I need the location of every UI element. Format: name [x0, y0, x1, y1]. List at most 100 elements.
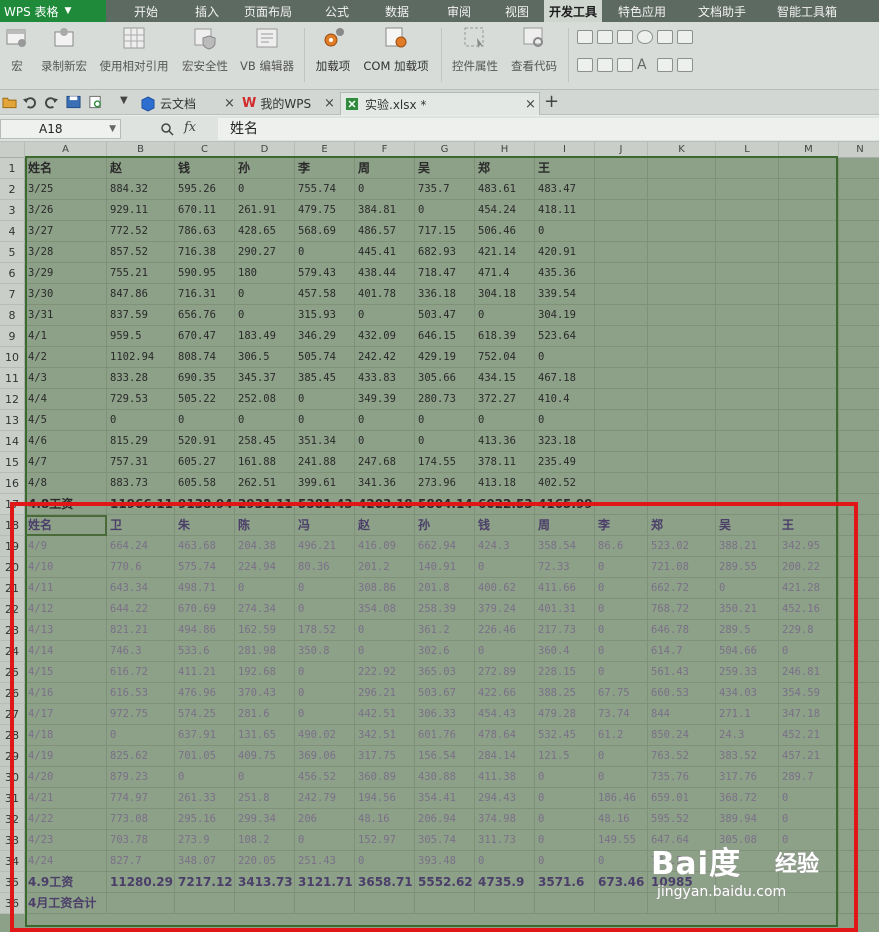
cell[interactable]: [595, 158, 648, 179]
row-header[interactable]: 21: [0, 578, 25, 599]
cell[interactable]: 883.73: [107, 473, 175, 494]
cell[interactable]: 616.53: [107, 683, 175, 704]
cell[interactable]: [716, 305, 779, 326]
cell[interactable]: 772.52: [107, 221, 175, 242]
cell[interactable]: 296.21: [355, 683, 415, 704]
cell[interactable]: 5552.62: [415, 872, 475, 893]
cell[interactable]: [648, 200, 716, 221]
cell[interactable]: 428.65: [235, 221, 295, 242]
cell[interactable]: 0: [295, 242, 355, 263]
cell[interactable]: 452.16: [779, 599, 839, 620]
cell[interactable]: 348.07: [175, 851, 235, 872]
cell[interactable]: [235, 893, 295, 914]
cell[interactable]: 273.96: [415, 473, 475, 494]
cell[interactable]: [839, 872, 879, 893]
cell[interactable]: 226.46: [475, 620, 535, 641]
list-control-icon[interactable]: [657, 30, 673, 44]
tab-formulas[interactable]: 公式: [308, 0, 366, 22]
cell[interactable]: [595, 368, 648, 389]
cell[interactable]: 280.73: [415, 389, 475, 410]
cell[interactable]: 0: [779, 788, 839, 809]
cell[interactable]: [716, 494, 779, 515]
cell[interactable]: 305.08: [716, 830, 779, 851]
cell[interactable]: 0: [355, 410, 415, 431]
cell[interactable]: 299.34: [235, 809, 295, 830]
cell[interactable]: 5804.14: [415, 494, 475, 515]
macro-button[interactable]: 宏: [4, 26, 30, 74]
cell[interactable]: 379.24: [475, 599, 535, 620]
cell[interactable]: 420.91: [535, 242, 595, 263]
row-header[interactable]: 28: [0, 725, 25, 746]
cell[interactable]: 80.36: [295, 557, 355, 578]
cell[interactable]: [779, 326, 839, 347]
cell[interactable]: 808.74: [175, 347, 235, 368]
cell[interactable]: 4/10: [25, 557, 107, 578]
cell[interactable]: 121.5: [535, 746, 595, 767]
cell[interactable]: [475, 893, 535, 914]
row-header[interactable]: 13: [0, 410, 25, 431]
cell[interactable]: 844: [648, 704, 716, 725]
cell[interactable]: [839, 662, 879, 683]
cell[interactable]: 400.62: [475, 578, 535, 599]
cell[interactable]: 郑: [475, 158, 535, 179]
row-header[interactable]: 9: [0, 326, 25, 347]
cell[interactable]: 61.2: [595, 725, 648, 746]
cell[interactable]: 3/31: [25, 305, 107, 326]
row-header[interactable]: 32: [0, 809, 25, 830]
cell[interactable]: 0: [535, 809, 595, 830]
cell[interactable]: [716, 389, 779, 410]
cell[interactable]: 821.21: [107, 620, 175, 641]
print-preview-icon[interactable]: [88, 95, 103, 109]
cell[interactable]: 183.49: [235, 326, 295, 347]
cell[interactable]: 156.54: [415, 746, 475, 767]
row-header[interactable]: 23: [0, 620, 25, 641]
close-icon[interactable]: ×: [525, 97, 536, 112]
cell[interactable]: [779, 893, 839, 914]
cell[interactable]: 755.21: [107, 263, 175, 284]
cell[interactable]: 149.55: [595, 830, 648, 851]
cell[interactable]: [779, 242, 839, 263]
cell[interactable]: 452.21: [779, 725, 839, 746]
tab-data[interactable]: 数据: [366, 0, 428, 22]
cell[interactable]: 454.24: [475, 200, 535, 221]
cell[interactable]: [839, 725, 879, 746]
name-box[interactable]: A18 ▼: [0, 119, 121, 139]
cell[interactable]: 434.15: [475, 368, 535, 389]
cell[interactable]: [839, 431, 879, 452]
undo-icon[interactable]: [22, 95, 37, 109]
cell[interactable]: [716, 221, 779, 242]
cell[interactable]: 0: [595, 578, 648, 599]
cell[interactable]: 483.61: [475, 179, 535, 200]
tab-developer[interactable]: 开发工具: [544, 0, 602, 22]
cell[interactable]: 850.24: [648, 725, 716, 746]
cell[interactable]: 568.69: [295, 221, 355, 242]
cell[interactable]: 0: [595, 641, 648, 662]
cell[interactable]: 421.14: [475, 242, 535, 263]
cell[interactable]: 206: [295, 809, 355, 830]
cell[interactable]: 833.28: [107, 368, 175, 389]
cell[interactable]: 0: [716, 578, 779, 599]
cell[interactable]: [595, 893, 648, 914]
cell[interactable]: 498.71: [175, 578, 235, 599]
cell[interactable]: 200.22: [779, 557, 839, 578]
cell[interactable]: 430.88: [415, 767, 475, 788]
cell[interactable]: 李: [295, 158, 355, 179]
row-header[interactable]: 31: [0, 788, 25, 809]
cell[interactable]: 姓名: [25, 158, 107, 179]
cell[interactable]: 644.22: [107, 599, 175, 620]
cell[interactable]: [595, 179, 648, 200]
cell[interactable]: 4/8: [25, 473, 107, 494]
cell[interactable]: 4/9: [25, 536, 107, 557]
cell[interactable]: 0: [355, 620, 415, 641]
cell[interactable]: [648, 494, 716, 515]
cell[interactable]: 616.72: [107, 662, 175, 683]
row-header[interactable]: 17: [0, 494, 25, 515]
cell[interactable]: 289.55: [716, 557, 779, 578]
cell[interactable]: [648, 284, 716, 305]
cell[interactable]: [839, 851, 879, 872]
cell[interactable]: 224.94: [235, 557, 295, 578]
cell[interactable]: 247.68: [355, 452, 415, 473]
cell[interactable]: [839, 788, 879, 809]
cell[interactable]: 579.43: [295, 263, 355, 284]
scroll-control-icon[interactable]: [577, 58, 593, 72]
